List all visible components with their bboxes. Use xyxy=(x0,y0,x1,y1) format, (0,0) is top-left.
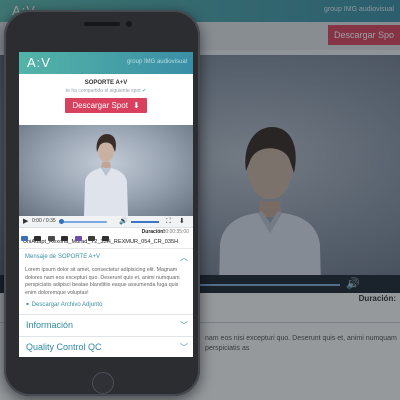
person-figure xyxy=(84,134,128,216)
badge-4 xyxy=(61,236,69,241)
player-download-icon[interactable]: ⬇ xyxy=(179,216,185,227)
section-quality-control[interactable]: Quality Control QC ﹀ xyxy=(19,336,193,357)
chevron-down-icon[interactable]: ﹀ xyxy=(180,320,188,331)
sender-name: SOPORTE A+V xyxy=(84,80,128,86)
shared-text: te ha compartido el siguiente spot ✔ xyxy=(65,88,147,94)
section-title: Información xyxy=(26,320,74,330)
duration-value: 00:00:35:00 xyxy=(162,229,189,235)
badge-6 xyxy=(88,236,96,241)
format-badges: Duración: 00:00:35:00 xyxy=(19,228,193,241)
mobile-header: A:V group IMG audiovisual xyxy=(19,52,193,74)
chevron-up-icon[interactable]: ︿ xyxy=(180,252,188,263)
volume-icon[interactable]: 🔊 xyxy=(119,216,128,227)
download-attachment-link[interactable]: ⚭ Descargar Archivo Adjunto xyxy=(19,297,193,308)
logo: A:V xyxy=(27,55,51,70)
volume-slider[interactable] xyxy=(131,221,159,223)
link-icon: ⚭ xyxy=(25,302,31,309)
phone-mockup: A:V group IMG audiovisual SOPORTE A+V te… xyxy=(4,10,200,396)
badge-1 xyxy=(21,236,28,241)
section-title: Quality Control QC xyxy=(26,342,102,352)
phone-speaker xyxy=(84,22,120,26)
group-label: group IMG audiovisual xyxy=(126,59,187,65)
video-frame[interactable] xyxy=(19,125,193,216)
fullscreen-icon[interactable]: ⛶ xyxy=(166,216,171,227)
player-time: 0:00 / 0:35 xyxy=(32,218,56,224)
seek-bar[interactable] xyxy=(59,219,107,224)
duration-label: Duración: xyxy=(141,229,165,235)
message-title: Mensaje de SOPORTE A+V xyxy=(25,254,101,260)
phone-camera xyxy=(126,21,132,27)
badge-7 xyxy=(101,236,109,241)
download-spot-button[interactable]: Descargar Spot ⬇ xyxy=(65,98,147,113)
check-icon: ✔ xyxy=(141,88,147,94)
download-icon: ⬇ xyxy=(132,101,140,110)
player-controls: ▶ 0:00 / 0:35 🔊 ⛶ ⬇ xyxy=(19,216,193,228)
badge-5 xyxy=(74,236,82,241)
badge-3 xyxy=(47,236,55,241)
section-informacion[interactable]: Información ﹀ xyxy=(19,314,193,335)
chevron-down-icon[interactable]: ﹀ xyxy=(180,342,188,353)
share-intro: SOPORTE A+V te ha compartido el siguient… xyxy=(19,74,193,125)
home-button[interactable] xyxy=(92,372,114,394)
message-body: Lorem ipsum dolor sit amet, consectetur … xyxy=(25,267,180,296)
phone-screen: A:V group IMG audiovisual SOPORTE A+V te… xyxy=(19,52,193,357)
badge-2 xyxy=(34,236,42,241)
message-header[interactable]: Mensaje de SOPORTE A+V ︿ xyxy=(19,249,193,263)
play-icon[interactable]: ▶ xyxy=(23,216,28,227)
